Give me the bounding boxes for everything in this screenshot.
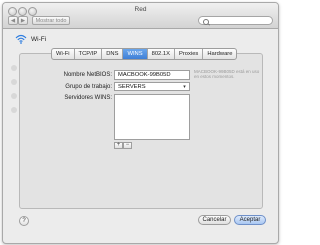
help-button[interactable]: ?	[19, 216, 29, 226]
title-bar: Red ◀ ▶ Mostrar todo	[3, 3, 278, 29]
wins-servers-label: Servidores WINS:	[64, 95, 112, 101]
chevron-right-icon: ▶	[20, 17, 26, 24]
forward-button[interactable]: ▶	[18, 16, 28, 25]
cancel-button[interactable]: Cancelar	[198, 215, 231, 225]
workgroup-label: Grupo de trabajo:	[65, 84, 112, 90]
status-dot-icon	[11, 79, 17, 85]
tab-wins[interactable]: WINS	[123, 49, 148, 59]
wifi-icon	[15, 34, 27, 44]
tab-8021x[interactable]: 802.1X	[148, 49, 175, 59]
wins-servers-list[interactable]	[114, 94, 190, 140]
status-dot-icon	[11, 93, 17, 99]
tab-proxies[interactable]: Proxies	[175, 49, 204, 59]
netbios-label: Nombre NetBIOS:	[63, 72, 112, 78]
chevron-left-icon: ◀	[10, 17, 16, 24]
status-dot-icon	[11, 107, 17, 113]
netbios-in-use-note: MACBOOK-99B05D está en uso en estos mome…	[194, 69, 260, 79]
sidebar-title: Wi-Fi	[31, 35, 47, 43]
remove-server-button[interactable]: −	[123, 142, 132, 149]
sidebar-header: Wi-Fi	[15, 34, 46, 44]
workgroup-select[interactable]: SERVERS ▾	[114, 82, 190, 91]
add-server-button[interactable]: +	[114, 142, 123, 149]
accept-button[interactable]: Aceptar	[234, 215, 266, 225]
tab-dns[interactable]: DNS	[102, 49, 124, 59]
netbios-name-field[interactable]: MACBOOK-99B05D	[114, 70, 190, 80]
tab-wifi[interactable]: Wi-Fi	[52, 49, 75, 59]
status-dot-icon	[11, 65, 17, 71]
workgroup-selected-value: SERVERS	[118, 84, 146, 90]
tab-tcpip[interactable]: TCP/IP	[75, 49, 103, 59]
preferences-window: Red ◀ ▶ Mostrar todo Wi-Fi Wi-Fi Etherne…	[2, 2, 279, 244]
chevron-down-icon: ▾	[183, 84, 186, 90]
tab-bar: Wi-Fi TCP/IP DNS WINS 802.1X Proxies Har…	[51, 48, 238, 60]
window-title: Red	[134, 6, 147, 13]
search-input[interactable]	[198, 16, 273, 25]
tab-hardware[interactable]: Hardware	[203, 49, 236, 59]
search-icon	[203, 18, 209, 25]
back-button[interactable]: ◀	[8, 16, 18, 25]
show-all-button[interactable]: Mostrar todo	[32, 16, 70, 25]
